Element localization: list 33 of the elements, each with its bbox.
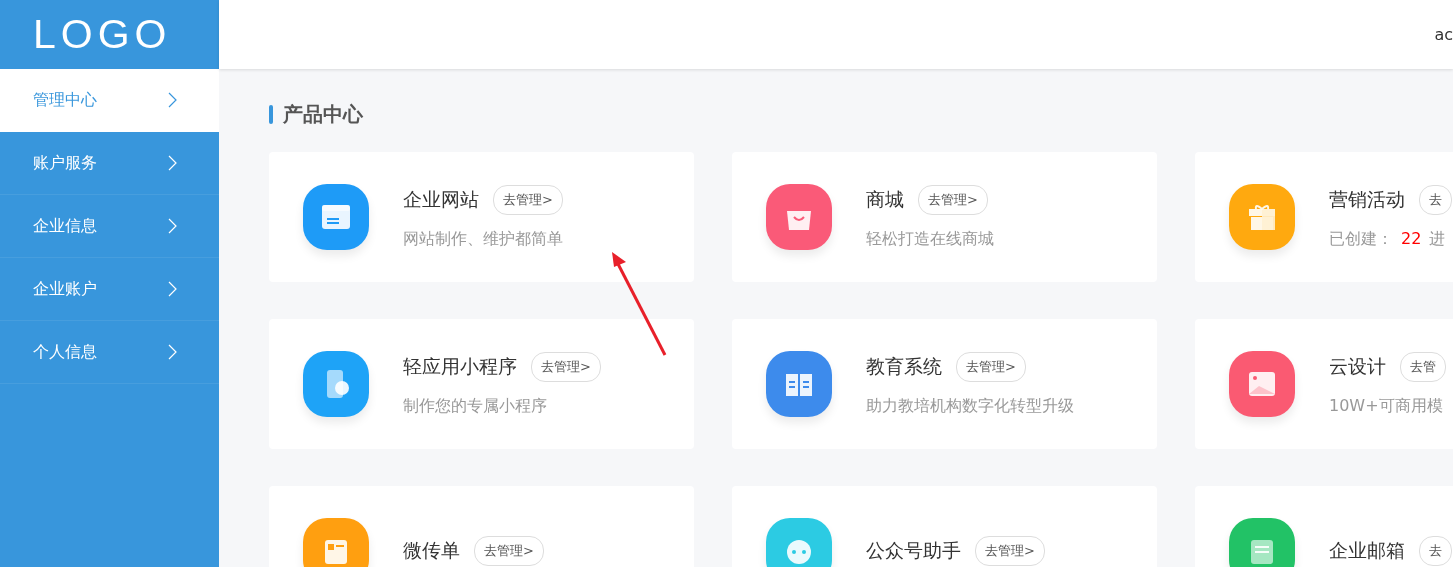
manage-button[interactable]: 去: [1419, 184, 1452, 215]
manage-button[interactable]: 去管理>: [918, 184, 988, 215]
card-title: 营销活动: [1329, 186, 1405, 212]
card-title: 企业邮箱: [1329, 538, 1405, 563]
manage-button[interactable]: 去管理>: [531, 351, 601, 382]
chevron-right-icon: [167, 344, 177, 360]
card-description: 制作您的专属小程序: [403, 395, 548, 417]
card-description: 已创建： 22 进: [1329, 228, 1447, 250]
chevron-right-icon: [167, 281, 177, 297]
logo: LOGO: [32, 10, 173, 59]
card-title: 商城: [866, 186, 904, 212]
manage-button[interactable]: 去管理>: [956, 351, 1026, 382]
card-title: 企业网站: [403, 186, 479, 212]
title-accent-bar: [269, 105, 273, 124]
user-name[interactable]: ac: [1434, 25, 1453, 44]
manage-button[interactable]: 去: [1419, 536, 1452, 566]
card-description: 轻松打造在线商城: [866, 228, 994, 250]
card-title: 云设计: [1329, 353, 1386, 379]
card-title: 微传单: [403, 538, 460, 563]
chevron-right-icon: [167, 218, 177, 234]
manage-button[interactable]: 去管理>: [474, 536, 544, 566]
card-description: 网站制作、维护都简单: [403, 228, 563, 250]
card-title: 公众号助手: [866, 538, 961, 563]
card-title: 教育系统: [866, 353, 942, 379]
chevron-right-icon: [167, 155, 177, 171]
card-description: 10W+可商用模: [1329, 395, 1444, 417]
manage-button[interactable]: 去管理>: [493, 184, 563, 215]
card-title: 轻应用小程序: [403, 353, 517, 379]
chevron-right-icon: [167, 92, 177, 108]
manage-button[interactable]: 去管: [1400, 351, 1446, 382]
section-title: 产品中心: [283, 101, 363, 128]
manage-button[interactable]: 去管理>: [975, 536, 1045, 566]
card-description: 助力教培机构数字化转型升级: [866, 395, 1074, 417]
